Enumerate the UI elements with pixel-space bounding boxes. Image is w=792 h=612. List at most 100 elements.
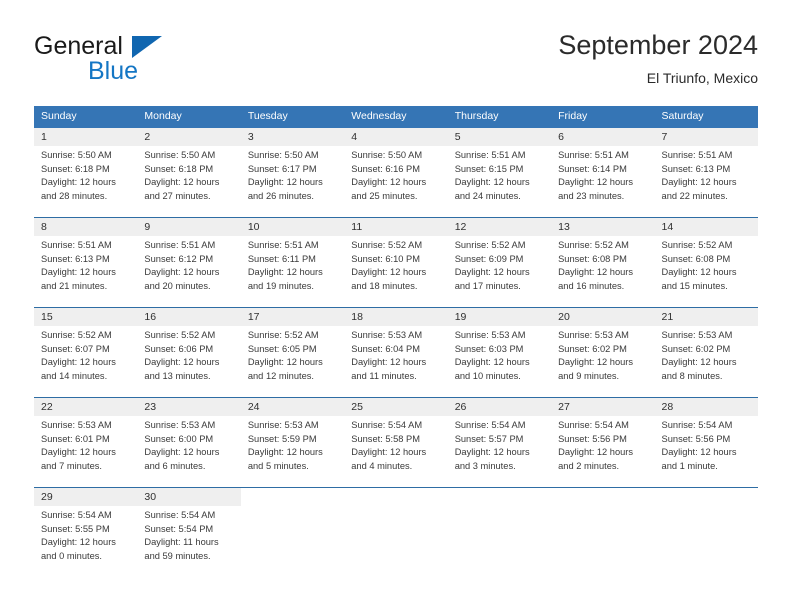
sunrise-text: Sunrise: 5:53 AM: [454, 330, 526, 340]
day-cell[interactable]: 5 Sunrise: 5:51 AM Sunset: 6:15 PM Daylight…: [447, 128, 552, 218]
daylight-text-line2: and 25 minutes.: [351, 190, 418, 201]
daylight-text-line2: and 20 minutes.: [144, 280, 211, 291]
daylight-text-line2: and 21 minutes.: [41, 280, 108, 291]
sunrise-text: Sunrise: 5:52 AM: [454, 240, 526, 250]
day-cell[interactable]: 17 Sunrise: 5:52 AM Sunset: 6:05 PM Dayligh…: [240, 307, 345, 398]
general-blue-logo: General Blue: [34, 32, 254, 90]
day-number: [241, 488, 344, 506]
day-number: 1: [34, 128, 138, 146]
daylight-text-line1: Daylight: 12 hours: [661, 447, 737, 458]
sunrise-text: Sunrise: 5:51 AM: [558, 150, 629, 160]
day-cell[interactable]: 27 Sunrise: 5:54 AM Sunset: 5:56 PM Dayligh…: [551, 397, 655, 488]
sunrise-text: Sunrise: 5:54 AM: [558, 420, 629, 430]
daylight-text-line2: and 23 minutes.: [558, 190, 625, 201]
day-cell[interactable]: 22 Sunrise: 5:53 AM Sunset: 6:01 PM Dayligh…: [34, 397, 138, 488]
day-cell[interactable]: 9 Sunrise: 5:51 AM Sunset: 6:12 PM Daylight…: [137, 217, 241, 308]
sunset-text: Sunset: 6:08 PM: [558, 253, 627, 264]
day-cell[interactable]: 14 Sunrise: 5:52 AM Sunset: 6:08 PM Dayligh…: [654, 217, 758, 308]
week-row: 8 Sunrise: 5:51 AM Sunset: 6:13 PM Daylight…: [34, 217, 758, 308]
day-number: 19: [447, 308, 552, 326]
daylight-text-line1: Daylight: 12 hours: [351, 177, 427, 188]
daylight-text-line2: and 2 minutes.: [558, 460, 620, 471]
day-details: Sunrise: 5:51 AM Sunset: 6:11 PM Daylight:…: [241, 236, 344, 293]
location-subtitle: El Triunfo, Mexico: [646, 70, 758, 86]
sunset-text: Sunset: 6:00 PM: [144, 433, 214, 444]
day-cell[interactable]: 25 Sunrise: 5:54 AM Sunset: 5:58 PM Dayligh…: [344, 397, 448, 488]
day-details: Sunrise: 5:52 AM Sunset: 6:08 PM Daylight:…: [551, 236, 654, 293]
sunrise-text: Sunrise: 5:52 AM: [41, 330, 112, 340]
day-number: 22: [34, 398, 138, 416]
daylight-text-line1: Daylight: 12 hours: [454, 447, 530, 458]
day-cell[interactable]: 2 Sunrise: 5:50 AM Sunset: 6:18 PM Daylight…: [137, 128, 241, 218]
day-number: [655, 488, 758, 506]
day-cell[interactable]: 4 Sunrise: 5:50 AM Sunset: 6:16 PM Daylight…: [344, 128, 448, 218]
day-cell[interactable]: 28 Sunrise: 5:54 AM Sunset: 5:56 PM Dayligh…: [654, 397, 758, 488]
day-cell[interactable]: 11 Sunrise: 5:52 AM Sunset: 6:10 PM Dayligh…: [344, 217, 448, 308]
day-cell[interactable]: 16 Sunrise: 5:52 AM Sunset: 6:06 PM Dayligh…: [137, 307, 241, 398]
day-cell[interactable]: 8 Sunrise: 5:51 AM Sunset: 6:13 PM Daylight…: [34, 217, 138, 308]
sunrise-text: Sunrise: 5:53 AM: [351, 330, 423, 340]
day-cell[interactable]: 15 Sunrise: 5:52 AM Sunset: 6:07 PM Dayligh…: [34, 307, 138, 398]
day-details: Sunrise: 5:54 AM Sunset: 5:54 PM Daylight:…: [137, 506, 240, 563]
day-cell-empty: [654, 487, 758, 577]
day-number: 4: [344, 128, 448, 146]
day-details: Sunrise: 5:54 AM Sunset: 5:57 PM Daylight:…: [448, 416, 551, 473]
weekday-header-thursday: Thursday: [447, 106, 552, 128]
day-cell[interactable]: 24 Sunrise: 5:53 AM Sunset: 5:59 PM Dayligh…: [240, 397, 345, 488]
day-number: 5: [447, 128, 552, 146]
day-cell[interactable]: 6 Sunrise: 5:51 AM Sunset: 6:14 PM Daylight…: [551, 128, 655, 218]
daylight-text-line1: Daylight: 12 hours: [454, 267, 530, 278]
sunset-text: Sunset: 6:09 PM: [454, 253, 524, 264]
weekday-header-sunday: Sunday: [34, 106, 138, 128]
day-cell[interactable]: 20 Sunrise: 5:53 AM Sunset: 6:02 PM Dayligh…: [551, 307, 655, 398]
weekday-header-monday: Monday: [137, 106, 241, 128]
day-details: Sunrise: 5:54 AM Sunset: 5:58 PM Daylight:…: [344, 416, 447, 473]
day-cell[interactable]: 21 Sunrise: 5:53 AM Sunset: 6:02 PM Dayligh…: [654, 307, 758, 398]
day-cell[interactable]: 18 Sunrise: 5:53 AM Sunset: 6:04 PM Dayligh…: [344, 307, 448, 398]
day-number: 18: [344, 308, 448, 326]
day-cell[interactable]: 13 Sunrise: 5:52 AM Sunset: 6:08 PM Dayligh…: [551, 217, 655, 308]
daylight-text-line1: Daylight: 12 hours: [41, 447, 116, 458]
day-cell[interactable]: 3 Sunrise: 5:50 AM Sunset: 6:17 PM Daylight…: [240, 128, 345, 218]
sunrise-text: Sunrise: 5:53 AM: [558, 330, 629, 340]
day-cell-empty: [447, 487, 552, 577]
sunset-text: Sunset: 5:59 PM: [247, 433, 317, 444]
daylight-text-line1: Daylight: 12 hours: [558, 177, 634, 188]
day-cell[interactable]: 26 Sunrise: 5:54 AM Sunset: 5:57 PM Dayligh…: [447, 397, 552, 488]
sunset-text: Sunset: 5:54 PM: [144, 523, 214, 534]
weekday-header-friday: Friday: [551, 106, 655, 128]
daylight-text-line2: and 13 minutes.: [144, 370, 211, 381]
day-details: Sunrise: 5:54 AM Sunset: 5:56 PM Daylight:…: [655, 416, 758, 473]
day-cell[interactable]: 30 Sunrise: 5:54 AM Sunset: 5:54 PM Dayligh…: [137, 487, 241, 577]
daylight-text-line1: Daylight: 12 hours: [144, 267, 220, 278]
day-details: Sunrise: 5:50 AM Sunset: 6:18 PM Daylight:…: [34, 146, 137, 203]
day-cell[interactable]: 29 Sunrise: 5:54 AM Sunset: 5:55 PM Dayligh…: [34, 487, 138, 577]
daylight-text-line1: Daylight: 12 hours: [661, 267, 737, 278]
calendar-body: 1 Sunrise: 5:50 AM Sunset: 6:18 PM Daylight…: [34, 128, 758, 577]
sunrise-text: Sunrise: 5:50 AM: [41, 150, 112, 160]
daylight-text-line1: Daylight: 12 hours: [454, 357, 530, 368]
day-cell[interactable]: 19 Sunrise: 5:53 AM Sunset: 6:03 PM Dayligh…: [447, 307, 552, 398]
daylight-text-line1: Daylight: 12 hours: [247, 267, 323, 278]
day-cell[interactable]: 1 Sunrise: 5:50 AM Sunset: 6:18 PM Daylight…: [34, 128, 138, 218]
daylight-text-line2: and 18 minutes.: [351, 280, 418, 291]
day-cell[interactable]: 10 Sunrise: 5:51 AM Sunset: 6:11 PM Dayligh…: [240, 217, 345, 308]
title-block: September 2024 El Triunfo, Mexico: [558, 28, 758, 88]
daylight-text-line1: Daylight: 12 hours: [351, 357, 427, 368]
daylight-text-line1: Daylight: 12 hours: [661, 177, 737, 188]
day-details: Sunrise: 5:50 AM Sunset: 6:18 PM Daylight:…: [137, 146, 240, 203]
day-cell-empty: [240, 487, 345, 577]
week-row: 22 Sunrise: 5:53 AM Sunset: 6:01 PM Dayligh…: [34, 397, 758, 488]
day-details: Sunrise: 5:53 AM Sunset: 6:02 PM Daylight:…: [655, 326, 758, 383]
sunrise-text: Sunrise: 5:51 AM: [454, 150, 526, 160]
day-details: Sunrise: 5:53 AM Sunset: 6:02 PM Daylight:…: [551, 326, 654, 383]
day-number: 10: [240, 218, 345, 236]
daylight-text-line2: and 5 minutes.: [247, 460, 309, 471]
day-cell[interactable]: 23 Sunrise: 5:53 AM Sunset: 6:00 PM Dayligh…: [137, 397, 241, 488]
day-number: [344, 488, 447, 506]
day-cell[interactable]: 7 Sunrise: 5:51 AM Sunset: 6:13 PM Daylight…: [654, 128, 758, 218]
daylight-text-line2: and 26 minutes.: [247, 190, 314, 201]
day-cell[interactable]: 12 Sunrise: 5:52 AM Sunset: 6:09 PM Dayligh…: [447, 217, 552, 308]
daylight-text-line2: and 17 minutes.: [454, 280, 521, 291]
daylight-text-line2: and 8 minutes.: [661, 370, 723, 381]
